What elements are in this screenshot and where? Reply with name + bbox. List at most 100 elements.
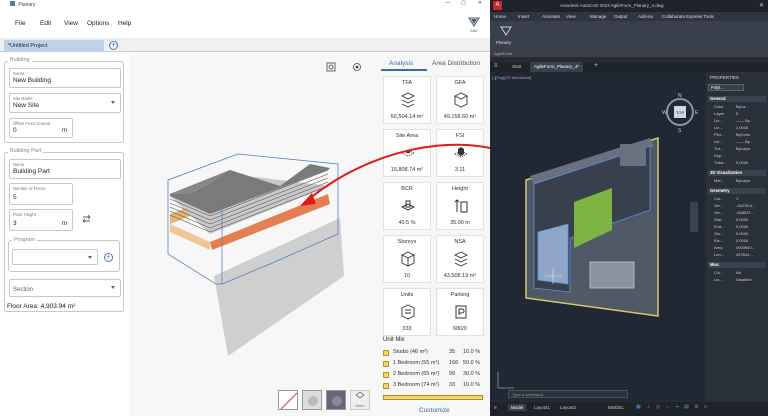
new-tab-icon[interactable]: + bbox=[594, 62, 598, 69]
prop-name: Clo... bbox=[714, 270, 724, 275]
prop-name: Cur... bbox=[714, 196, 724, 201]
props-row[interactable]: Star... 0.0000 bbox=[708, 217, 766, 224]
prop-value: 0.0000 bbox=[736, 231, 749, 236]
autocad-tab-express-tools[interactable]: Express Tools bbox=[686, 14, 714, 19]
props-row[interactable]: Lin... —— By... bbox=[708, 118, 766, 125]
prop-name: Tra... bbox=[714, 146, 724, 151]
compass-w: W bbox=[662, 110, 667, 116]
ribbon-planary-label[interactable]: Planary bbox=[496, 40, 511, 45]
prop-value: 0.0000 bbox=[736, 217, 749, 222]
props-row[interactable]: Layer 0 bbox=[708, 111, 766, 118]
autocad-tab-annotate[interactable]: Annotate bbox=[542, 14, 560, 19]
prop-name: Lin... bbox=[714, 118, 723, 123]
props-row[interactable]: Lin... 1.0000 bbox=[708, 125, 766, 132]
props-row[interactable]: Mat... ByLayer bbox=[708, 178, 766, 185]
site-plan-drawing: N S W E TOP bbox=[497, 93, 699, 389]
prop-value: —— By... bbox=[736, 118, 753, 123]
props-section-general[interactable]: General bbox=[708, 96, 766, 102]
ucs-icon bbox=[497, 372, 514, 389]
prop-value: -548537... bbox=[736, 210, 755, 215]
prop-name: Lin... bbox=[714, 139, 723, 144]
status-tab-layout1[interactable]: Layout1 bbox=[534, 405, 550, 410]
doc-tab-drawing[interactable]: AgileForm_Planary_4* bbox=[530, 62, 584, 72]
status-tools-icons[interactable]: ▦ ⊥ ◎ ∟ ⌖ ▤ ⚙ ≡ bbox=[636, 404, 709, 410]
props-row[interactable]: Hyp... bbox=[708, 153, 766, 160]
props-row[interactable]: Cur... 1 bbox=[708, 196, 766, 203]
autocad-ribbon: Planary AgileForm bbox=[490, 21, 768, 57]
prop-name: Color bbox=[714, 104, 724, 109]
autocad-statusbar: ≡ Model Layout1 Layout2 MODEL ▦ ⊥ ◎ ∟ ⌖ … bbox=[490, 402, 768, 416]
prop-value: ByColor bbox=[736, 132, 751, 137]
autocad-title: Autodesk AutoCAD 2024 AgileForm_Planary_… bbox=[560, 3, 664, 8]
autocad-tab-output[interactable]: Output bbox=[614, 14, 628, 19]
prop-value: 1.0000 bbox=[736, 125, 749, 130]
autocad-tab-view[interactable]: View bbox=[566, 14, 576, 19]
props-section-viz[interactable]: 3D Visualization bbox=[708, 170, 766, 176]
prop-name: Mat... bbox=[714, 178, 725, 183]
props-row[interactable]: Ver... -34278.6... bbox=[708, 203, 766, 210]
autocad-tab-home[interactable]: Home bbox=[494, 14, 506, 19]
prop-value: -34278.6... bbox=[736, 203, 756, 208]
props-row[interactable]: Len... 497843... bbox=[708, 252, 766, 259]
props-row[interactable]: Lin... —— By... bbox=[708, 139, 766, 146]
prop-name: Ver... bbox=[714, 210, 724, 215]
prop-value: ByLayer bbox=[736, 178, 751, 183]
prop-name: Star... bbox=[714, 217, 725, 222]
status-tab-layout2[interactable]: Layout2 bbox=[560, 405, 576, 410]
compass-s: S bbox=[678, 128, 682, 134]
hamburger-icon[interactable]: ≡ bbox=[494, 63, 498, 69]
properties-palette: PROPERTIES Polyl... General Color ByLa... L… bbox=[706, 72, 768, 402]
props-row[interactable]: Ver... -548537... bbox=[708, 210, 766, 217]
command-line[interactable]: Type a command bbox=[508, 390, 628, 398]
prop-name: Thick... bbox=[714, 160, 727, 165]
prop-value: 497843... bbox=[736, 252, 753, 257]
prop-value: ByLayer bbox=[736, 146, 751, 151]
autocad-tab-manage[interactable]: Manage bbox=[590, 14, 606, 19]
prop-name: Glo... bbox=[714, 231, 724, 236]
props-row[interactable]: Ele... 0.0000 bbox=[708, 238, 766, 245]
props-row[interactable]: Plot... ByColor bbox=[708, 132, 766, 139]
compass-e: E bbox=[695, 110, 699, 116]
compass-n: N bbox=[678, 93, 682, 99]
prop-value: —— By... bbox=[736, 139, 753, 144]
prop-name: Lin... bbox=[714, 125, 723, 130]
model-space-label[interactable]: MODEL bbox=[608, 405, 624, 410]
prop-value: 0.0000 bbox=[736, 224, 749, 229]
command-input[interactable]: Type a command bbox=[512, 392, 543, 397]
prop-name: Plot... bbox=[714, 132, 725, 137]
prop-value: 0.0000 bbox=[736, 160, 749, 165]
props-row[interactable]: Clo... No bbox=[708, 270, 766, 277]
nav-bar[interactable] bbox=[690, 202, 698, 232]
prop-value: No bbox=[736, 270, 742, 275]
props-row[interactable]: Color ByLa... bbox=[708, 104, 766, 111]
props-row[interactable]: Thick... 0.0000 bbox=[708, 160, 766, 167]
statusbar-menu-icon[interactable]: ≡ bbox=[494, 405, 497, 411]
props-object-select[interactable]: Polyl... bbox=[708, 84, 744, 91]
props-title: PROPERTIES bbox=[710, 75, 739, 80]
prop-name: Hyp... bbox=[714, 153, 725, 158]
props-section-misc[interactable]: Misc bbox=[708, 262, 766, 268]
autocad-close-icon[interactable]: ✕ bbox=[759, 2, 764, 9]
building-block bbox=[589, 261, 635, 289]
prop-name: End... bbox=[714, 224, 725, 229]
props-row[interactable]: Area 4903940... bbox=[708, 245, 766, 252]
autocad-doc-tabs: ≡ Start AgileForm_Planary_4* + bbox=[490, 62, 768, 72]
props-row[interactable]: End... 0.0000 bbox=[708, 224, 766, 231]
props-row[interactable]: Glo... 0.0000 bbox=[708, 231, 766, 238]
props-section-geom[interactable]: Geometry bbox=[708, 188, 766, 194]
status-tab-model[interactable]: Model bbox=[508, 404, 527, 411]
props-row[interactable]: Lin... Disabled bbox=[708, 277, 766, 284]
autocad-titlebar: A Autodesk AutoCAD 2024 AgileForm_Planar… bbox=[490, 0, 768, 12]
autocad-tab-insert[interactable]: Insert bbox=[518, 14, 529, 19]
view-label[interactable]: [-][Top][2D Wireframe] bbox=[492, 75, 531, 80]
prop-value: ByLa... bbox=[736, 104, 749, 109]
autocad-logo-icon[interactable]: A bbox=[493, 1, 502, 10]
planary-ribbon-icon[interactable] bbox=[500, 25, 512, 37]
autocad-drawing-area[interactable]: [-][Top][2D Wireframe] N S W E TOP bbox=[490, 72, 706, 400]
prop-value: 0 bbox=[736, 111, 739, 116]
autocad-tab-add-ins[interactable]: Add-ins bbox=[638, 14, 653, 19]
doc-tab-start[interactable]: Start bbox=[512, 64, 522, 69]
autocad-tab-collaborate[interactable]: Collaborate bbox=[662, 14, 685, 19]
props-row[interactable]: Tra... ByLayer bbox=[708, 146, 766, 153]
prop-value: 1 bbox=[736, 196, 739, 201]
